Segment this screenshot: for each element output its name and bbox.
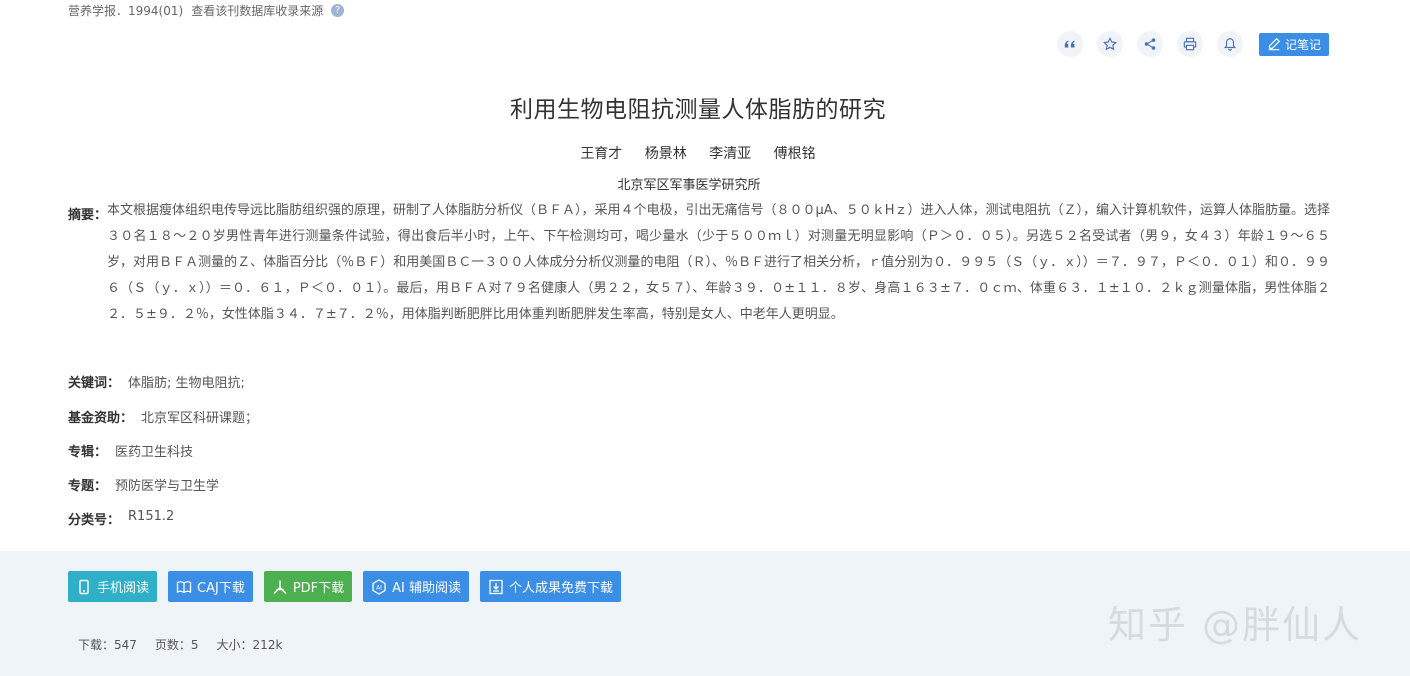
mobile-read-button[interactable]: 手机阅读 [68, 571, 158, 602]
pdf-download-button[interactable]: PDF下载 [263, 571, 353, 602]
keywords-label: 关键词： [68, 376, 121, 391]
pdf-download-label: PDF下载 [292, 581, 345, 596]
help-icon[interactable]: ? [331, 4, 345, 17]
caj-download-label: CAJ下载 [197, 581, 245, 596]
journal-info: 营养学报．1994(01) [68, 4, 184, 18]
page-count: 页数：5 [154, 638, 199, 652]
abstract-section: 摘要： 本文根据瘦体组织电传导远比脂肪组织强的原理，研制了人体脂肪分析仪（ＢＦＡ… [68, 203, 1330, 328]
phone-icon [79, 579, 89, 594]
mobile-read-label: 手机阅读 [97, 581, 150, 596]
author-link[interactable]: 杨景林 [645, 146, 687, 162]
share-icon[interactable] [1136, 31, 1163, 57]
classification-label: 分类号： [68, 513, 121, 528]
ai-icon: AI [372, 578, 386, 595]
book-icon [176, 580, 192, 593]
album-row: 专辑： 医药卫生科技 [68, 441, 193, 460]
author-list: 王育才 杨景林 李清亚 傅根铭 [0, 143, 1396, 163]
source-line: 营养学报．1994(01) 查看该刊数据库收录来源 ? [68, 2, 345, 19]
abstract-label: 摘要： [68, 208, 108, 223]
quote-icon[interactable] [1056, 31, 1083, 57]
bell-icon[interactable] [1216, 31, 1243, 57]
keywords-row: 关键词： 体脂肪; 生物电阻抗; [68, 372, 245, 391]
article-toolbar: 记笔记 [1056, 31, 1329, 57]
classification-value: R151.2 [128, 509, 175, 524]
pdf-icon [273, 580, 287, 594]
svg-text:AI: AI [376, 584, 382, 591]
ai-reading-button[interactable]: AI AI 辅助阅读 [363, 571, 470, 602]
print-icon[interactable] [1176, 31, 1203, 57]
star-icon[interactable] [1096, 31, 1123, 57]
fund-value[interactable]: 北京军区科研课题； [141, 407, 258, 426]
topic-row: 专题： 预防医学与卫生学 [68, 475, 219, 494]
keywords-value[interactable]: 体脂肪; 生物电阻抗; [128, 372, 245, 391]
database-source-link[interactable]: 查看该刊数据库收录来源 [191, 2, 323, 19]
album-value: 医药卫生科技 [115, 445, 194, 460]
abstract-text: 本文根据瘦体组织电传导远比脂肪组织强的原理，研制了人体脂肪分析仪（ＢＦＡ），采用… [107, 203, 1330, 322]
caj-download-button[interactable]: CAJ下载 [168, 571, 253, 602]
download-count: 下载：547 [78, 638, 137, 652]
download-icon [489, 579, 503, 594]
file-size: 大小：212k [216, 638, 283, 652]
fund-label: 基金资助： [68, 411, 134, 426]
topic-label: 专题： [68, 479, 108, 494]
author-link[interactable]: 傅根铭 [774, 146, 816, 162]
fund-row: 基金资助： 北京军区科研课题； [68, 407, 258, 426]
article-title: 利用生物电阻抗测量人体脂肪的研究 [510, 97, 886, 123]
author-link[interactable]: 王育才 [580, 146, 622, 162]
author-link[interactable]: 李清亚 [709, 146, 751, 162]
free-download-button[interactable]: 个人成果免费下载 [480, 571, 622, 602]
organization-link[interactable]: 北京军区军事医学研究所 [0, 174, 1378, 193]
watermark: 知乎 @胖仙人 [1108, 603, 1363, 647]
topic-value: 预防医学与卫生学 [115, 479, 220, 494]
free-download-label: 个人成果免费下载 [509, 581, 614, 596]
take-note-label: 记笔记 [1284, 37, 1321, 52]
classification-row: 分类号： R151.2 [68, 509, 174, 528]
file-stats: 下载：547 页数：5 大小：212k [78, 636, 282, 653]
pencil-icon [1268, 37, 1281, 51]
download-buttons: 手机阅读 CAJ下载 PDF下载 AI AI 辅助阅读 个人成果免费下载 [68, 571, 622, 602]
ai-reading-label: AI 辅助阅读 [392, 581, 462, 596]
album-label: 专辑： [68, 445, 108, 460]
take-note-button[interactable]: 记笔记 [1258, 32, 1329, 56]
